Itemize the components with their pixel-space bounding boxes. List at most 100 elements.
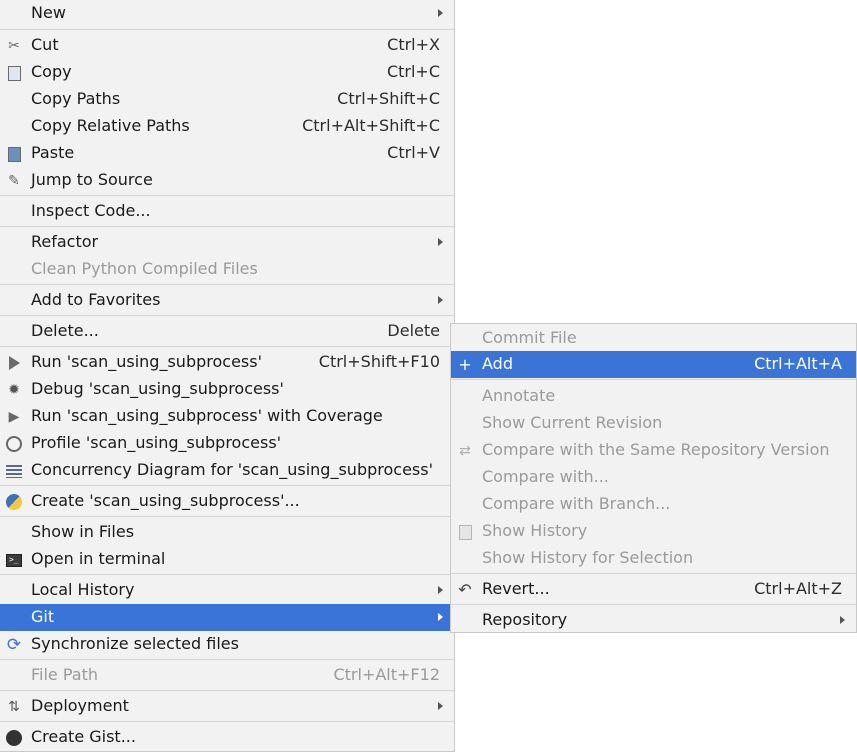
menu-item-label: Debug 'scan_using_subprocess' <box>31 379 284 398</box>
separator <box>0 29 454 30</box>
menu-item-file-path: File Path Ctrl+Alt+F12 <box>0 662 454 689</box>
shortcut-text: Ctrl+C <box>386 62 440 81</box>
menu-item-run-with-coverage[interactable]: ▶ Run 'scan_using_subprocess' with Cover… <box>0 403 454 430</box>
menu-item-copy-paths[interactable]: Copy Paths Ctrl+Shift+C <box>0 86 454 113</box>
submenu-item-show-history-selection: Show History for Selection <box>451 545 856 572</box>
shortcut-text: Delete <box>387 321 440 340</box>
menu-item-jump-to-source[interactable]: ✎ Jump to Source <box>0 167 454 194</box>
menu-item-label: Copy Paths <box>31 89 121 108</box>
copy-icon <box>5 64 23 82</box>
menu-item-refactor[interactable]: Refactor <box>0 229 454 256</box>
menu-item-label: Local History <box>31 580 135 599</box>
menu-item-label: Add to Favorites <box>31 290 161 309</box>
submenu-item-show-history: Show History <box>451 518 856 545</box>
submenu-arrow-icon <box>438 9 443 17</box>
shortcut-text: Ctrl+Shift+F10 <box>318 352 440 371</box>
menu-item-label: Deployment <box>31 696 129 715</box>
separator <box>0 516 454 517</box>
separator <box>0 284 454 285</box>
compare-icon: ⇄ <box>459 443 471 459</box>
menu-item-label: Delete... <box>31 321 99 340</box>
menu-item-label: Show in Files <box>31 522 135 541</box>
menu-item-label: Jump to Source <box>31 170 153 189</box>
menu-item-label: Git <box>31 607 55 626</box>
separator <box>451 604 856 605</box>
shortcut-text: Ctrl+Alt+F12 <box>333 665 440 684</box>
menu-item-copy[interactable]: Copy Ctrl+C <box>0 59 454 86</box>
menu-item-deployment[interactable]: ⇅ Deployment <box>0 693 454 720</box>
menu-item-debug[interactable]: ✹ Debug 'scan_using_subprocess' <box>0 376 454 403</box>
menu-item-label: File Path <box>31 665 99 684</box>
separator <box>451 573 856 574</box>
menu-item-new[interactable]: New <box>0 0 454 27</box>
concurrency-icon <box>5 462 23 480</box>
menu-item-label: Add <box>482 354 513 373</box>
submenu-arrow-icon <box>438 613 443 621</box>
menu-item-label: Concurrency Diagram for 'scan_using_subp… <box>31 460 433 479</box>
menu-item-label: Clean Python Compiled Files <box>31 259 258 278</box>
menu-item-run[interactable]: Run 'scan_using_subprocess' Ctrl+Shift+F… <box>0 349 454 376</box>
menu-item-git[interactable]: Git <box>0 604 454 631</box>
history-icon <box>456 523 474 541</box>
menu-item-synchronize[interactable]: ⟳ Synchronize selected files <box>0 631 454 658</box>
menu-item-show-in-files[interactable]: Show in Files <box>0 519 454 546</box>
submenu-item-add[interactable]: + Add Ctrl+Alt+A <box>451 351 856 378</box>
menu-item-inspect-code[interactable]: Inspect Code... <box>0 198 454 225</box>
submenu-arrow-icon <box>438 296 443 304</box>
menu-item-label: Show Current Revision <box>482 413 663 432</box>
submenu-item-revert[interactable]: ↶ Revert... Ctrl+Alt+Z <box>451 576 856 603</box>
submenu-item-compare-with-branch: Compare with Branch... <box>451 491 856 518</box>
menu-item-label: Profile 'scan_using_subprocess' <box>31 433 282 452</box>
menu-item-add-to-favorites[interactable]: Add to Favorites <box>0 287 454 314</box>
submenu-arrow-icon <box>840 616 845 624</box>
debug-icon: ✹ <box>8 382 20 398</box>
shortcut-text: Ctrl+V <box>387 143 440 162</box>
run-icon <box>5 354 23 372</box>
menu-item-label: Revert... <box>482 579 550 598</box>
jump-icon: ✎ <box>8 173 20 189</box>
menu-item-label: Run 'scan_using_subprocess' <box>31 352 262 371</box>
github-icon <box>5 729 23 747</box>
scissors-icon: ✂ <box>8 38 20 54</box>
menu-item-delete[interactable]: Delete... Delete <box>0 318 454 345</box>
submenu-arrow-icon <box>438 586 443 594</box>
menu-item-label: Run 'scan_using_subprocess' with Coverag… <box>31 406 383 425</box>
menu-item-create-gist[interactable]: Create Gist... <box>0 724 454 751</box>
menu-item-label: New <box>31 3 66 22</box>
plus-icon: + <box>458 355 472 374</box>
separator <box>451 379 856 380</box>
separator <box>0 315 454 316</box>
paste-icon <box>5 145 23 163</box>
submenu-arrow-icon <box>438 238 443 246</box>
submenu-item-repository[interactable]: Repository <box>451 607 856 634</box>
shortcut-text: Ctrl+Alt+A <box>754 354 842 373</box>
separator <box>0 195 454 196</box>
menu-item-create-run-config[interactable]: Create 'scan_using_subprocess'... <box>0 488 454 515</box>
menu-item-cut[interactable]: ✂ Cut Ctrl+X <box>0 32 454 59</box>
menu-item-profile[interactable]: Profile 'scan_using_subprocess' <box>0 430 454 457</box>
menu-item-concurrency-diagram[interactable]: Concurrency Diagram for 'scan_using_subp… <box>0 457 454 484</box>
menu-item-copy-relative-paths[interactable]: Copy Relative Paths Ctrl+Alt+Shift+C <box>0 113 454 140</box>
profile-icon <box>5 435 23 453</box>
separator <box>0 574 454 575</box>
separator <box>0 346 454 347</box>
menu-item-clean-python-compiled-files: Clean Python Compiled Files <box>0 256 454 283</box>
git-submenu: Commit File + Add Ctrl+Alt+A Annotate Sh… <box>450 323 857 633</box>
menu-item-paste[interactable]: Paste Ctrl+V <box>0 140 454 167</box>
submenu-item-compare-with: Compare with... <box>451 464 856 491</box>
terminal-icon: >_ <box>5 551 23 569</box>
shortcut-text: Ctrl+X <box>387 35 440 54</box>
separator <box>0 659 454 660</box>
submenu-arrow-icon <box>438 702 443 710</box>
submenu-item-compare-same-repo: ⇄ Compare with the Same Repository Versi… <box>451 437 856 464</box>
shortcut-text: Ctrl+Shift+C <box>337 89 440 108</box>
menu-item-label: Synchronize selected files <box>31 634 239 653</box>
menu-item-label: Annotate <box>482 386 556 405</box>
menu-item-label: Show History <box>482 521 588 540</box>
menu-item-open-in-terminal[interactable]: >_ Open in terminal <box>0 546 454 573</box>
menu-item-local-history[interactable]: Local History <box>0 577 454 604</box>
menu-item-label: Compare with the Same Repository Version <box>482 440 830 459</box>
menu-item-label: Inspect Code... <box>31 201 151 220</box>
shortcut-text: Ctrl+Alt+Z <box>754 579 842 598</box>
menu-item-label: Copy <box>31 62 72 81</box>
